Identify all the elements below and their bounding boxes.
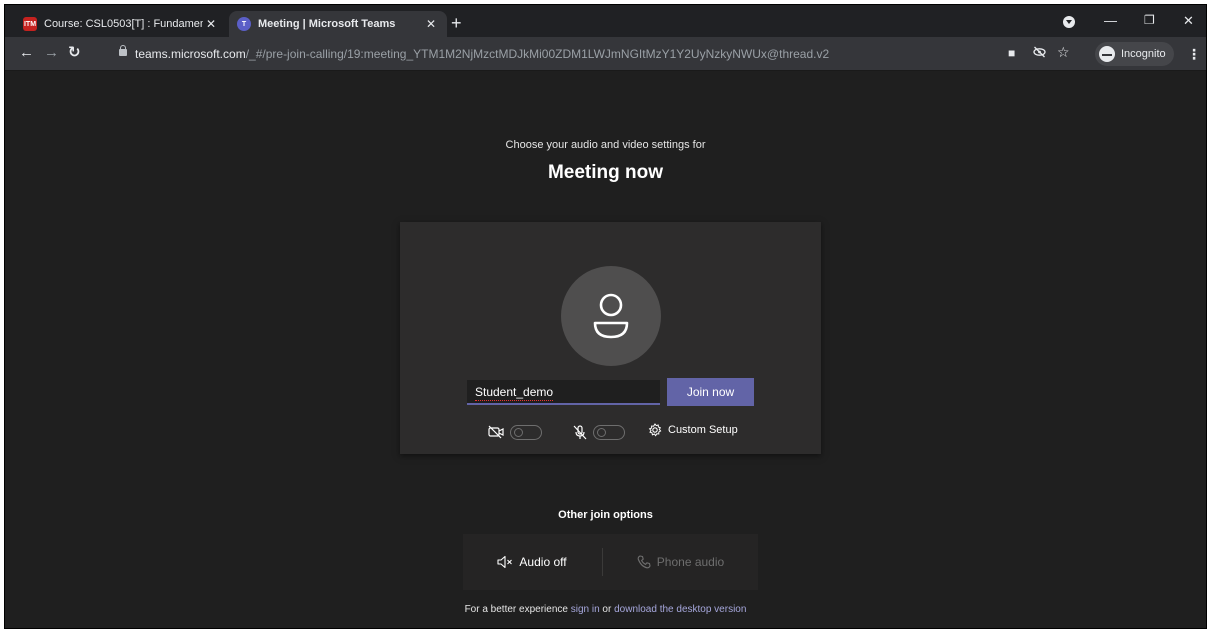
close-tab-icon[interactable]: ✕ xyxy=(203,17,219,31)
other-join-options-heading: Other join options xyxy=(558,509,653,521)
meeting-title: Meeting now xyxy=(547,162,664,183)
tab-teams-meeting[interactable]: T Meeting | Microsoft Teams ✕ xyxy=(229,11,447,37)
audio-off-label: Audio off xyxy=(519,555,567,569)
browser-toolbar: ← → ↻ teams.microsoft.com/_#/pre-join-ca… xyxy=(5,37,1206,71)
eye-off-icon[interactable] xyxy=(1033,46,1046,61)
device-controls: Custom Setup xyxy=(400,422,821,442)
camera-off-icon[interactable] xyxy=(488,425,504,444)
window-close-icon[interactable]: ✕ xyxy=(1183,13,1194,29)
prejoin-subtitle: Choose your audio and video settings for xyxy=(505,139,706,151)
tab-title: Meeting | Microsoft Teams xyxy=(258,18,396,30)
person-icon xyxy=(593,293,629,339)
phone-audio-label: Phone audio xyxy=(656,555,725,569)
toggle-knob xyxy=(597,428,606,437)
star-icon[interactable]: ☆ xyxy=(1057,44,1070,61)
incognito-label: Incognito xyxy=(1121,48,1166,60)
teams-logo-icon: T xyxy=(237,17,251,31)
mic-toggle[interactable] xyxy=(593,425,625,440)
reload-icon[interactable]: ↻ xyxy=(68,45,81,61)
custom-setup-button[interactable]: Custom Setup xyxy=(648,423,738,437)
teams-prejoin-page: Choose your audio and video settings for… xyxy=(5,72,1206,628)
close-tab-icon[interactable]: ✕ xyxy=(423,17,439,31)
restore-icon[interactable]: ❐ xyxy=(1144,13,1155,27)
spellcheck-underline xyxy=(475,399,553,401)
speaker-muted-icon xyxy=(497,555,513,569)
tab-course[interactable]: ITM Course: CSL0503[T] : Fundamenta ✕ xyxy=(15,11,227,37)
mic-off-icon[interactable] xyxy=(573,425,587,445)
gear-icon xyxy=(648,423,662,437)
prejoin-card: Join now Custom Setup xyxy=(400,222,821,454)
incognito-badge[interactable]: Incognito xyxy=(1095,42,1174,66)
sign-in-link[interactable]: sign in xyxy=(571,604,600,615)
address-bar[interactable]: teams.microsoft.com/_#/pre-join-calling/… xyxy=(107,41,1091,67)
profile-menu-icon[interactable] xyxy=(1063,16,1075,28)
camera-toggle[interactable] xyxy=(510,425,542,440)
tab-strip: ITM Course: CSL0503[T] : Fundamenta ✕ T … xyxy=(5,5,1206,37)
forward-icon[interactable]: → xyxy=(44,45,59,61)
other-join-options: Audio off Phone audio xyxy=(463,534,758,590)
toggle-knob xyxy=(514,428,523,437)
name-input[interactable] xyxy=(467,380,660,405)
audio-off-option[interactable]: Audio off xyxy=(463,534,601,590)
phone-audio-option[interactable]: Phone audio xyxy=(603,534,758,590)
lock-icon[interactable] xyxy=(119,45,127,56)
join-now-button[interactable]: Join now xyxy=(667,378,754,406)
tab-title: Course: CSL0503[T] : Fundamenta xyxy=(44,18,203,30)
itm-logo-icon: ITM xyxy=(23,17,37,31)
footer-or: or xyxy=(602,604,612,615)
avatar xyxy=(561,266,661,366)
custom-setup-label: Custom Setup xyxy=(668,424,738,436)
download-desktop-link[interactable]: download the desktop version xyxy=(614,604,746,615)
footer-text: For a better experience sign in or downl… xyxy=(5,604,1206,615)
minimize-icon[interactable]: — xyxy=(1104,13,1117,28)
browser-window: ITM Course: CSL0503[T] : Fundamenta ✕ T … xyxy=(4,4,1207,629)
footer-prefix: For a better experience xyxy=(464,604,568,615)
menu-icon[interactable]: ⋮ xyxy=(1187,46,1201,63)
new-tab-icon[interactable]: + xyxy=(451,14,462,32)
camera-icon[interactable]: ■ xyxy=(1008,46,1015,60)
phone-icon xyxy=(637,555,651,569)
back-icon[interactable]: ← xyxy=(19,45,34,61)
incognito-icon xyxy=(1099,46,1115,62)
url-text[interactable]: teams.microsoft.com/_#/pre-join-calling/… xyxy=(135,47,829,61)
